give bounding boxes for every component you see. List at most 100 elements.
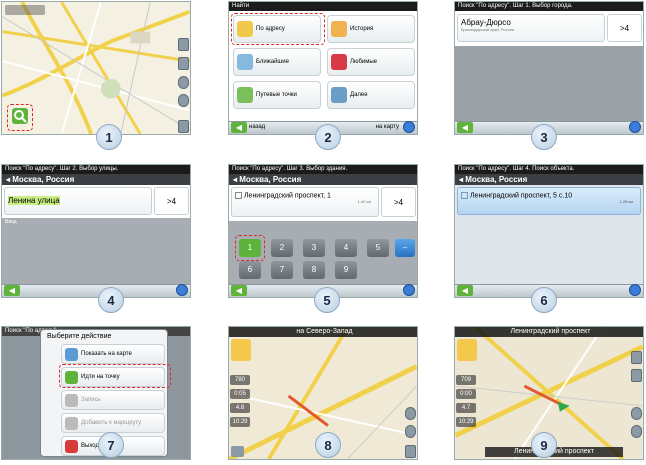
key-7[interactable]: 7 (271, 261, 293, 279)
globe-icon[interactable] (629, 284, 641, 296)
next-button[interactable]: Далее (327, 81, 415, 109)
step-number: 9 (531, 432, 557, 458)
building-result[interactable]: Ленинградский проспект, 1 1.40 км (231, 187, 379, 217)
globe-icon[interactable] (629, 121, 641, 133)
keyboard-label: Ввод (5, 219, 17, 225)
waypoint-flag-icon (237, 87, 253, 103)
minus-icon[interactable] (405, 425, 416, 438)
key-3[interactable]: 3 (303, 239, 325, 257)
checkbox-icon (461, 192, 468, 199)
tilt-down-icon[interactable] (631, 369, 642, 382)
waypoints-button[interactable]: Путевые точки (233, 81, 321, 109)
minus-icon[interactable] (631, 425, 642, 438)
city-label: Москва, Россия (239, 175, 302, 184)
map-icon (65, 347, 78, 361)
back-arrow-icon[interactable]: ◀ (231, 122, 247, 133)
key-2[interactable]: 2 (271, 239, 293, 257)
result-count-button[interactable]: >4 (154, 187, 189, 215)
street-banner: Ленинградский проспект (455, 327, 643, 337)
menu-icon[interactable] (178, 120, 189, 133)
remaining-readout: 4.7 (456, 403, 476, 413)
globe-icon[interactable] (403, 121, 415, 133)
back-arrow-icon[interactable]: ◀ (457, 122, 473, 133)
history-icon (331, 21, 347, 37)
dialog-title: Выберите действие (47, 333, 112, 340)
clock-readout: 10:29 (230, 417, 250, 427)
heart-icon (331, 54, 347, 70)
step-number: 6 (531, 287, 557, 313)
screen-find-menu: Найти По адресу История Ближайшие Любимы… (228, 1, 418, 135)
step-number: 8 (315, 432, 341, 458)
backspace-button[interactable]: – (395, 239, 415, 257)
key-4[interactable]: 4 (335, 239, 357, 257)
route-add-icon (65, 416, 78, 430)
screen-title: Поиск "По адресу". Шаг 4. Поиск объекта. (455, 165, 643, 174)
tilt-up-icon[interactable] (631, 351, 642, 364)
screen-object-result: Поиск "По адресу". Шаг 4. Поиск объекта.… (454, 164, 644, 298)
back-arrow-icon[interactable]: ◀ (231, 285, 247, 296)
step-number: 4 (98, 287, 124, 313)
clock-readout: 10:29 (456, 417, 476, 427)
screen-action-dialog: Поиск "По адресу". ... Выберите действие… (1, 326, 191, 460)
step-number: 3 (531, 124, 557, 150)
map-zoom-in-button[interactable] (178, 38, 189, 51)
result-count-button[interactable]: >4 (381, 187, 416, 217)
step-number: 7 (98, 432, 124, 458)
add-to-route-button[interactable]: Добавить к маршруту (61, 413, 165, 433)
distance-readout: 780 (230, 375, 250, 385)
key-5[interactable]: 5 (367, 239, 389, 257)
nearby-button[interactable]: Ближайшие (233, 48, 321, 76)
remaining-readout: 4.8 (230, 403, 250, 413)
highlight-by-address (231, 13, 325, 45)
screen-city-select: Поиск "По адресу". Шаг 1. Выбор города. … (454, 1, 644, 135)
plus-icon[interactable] (405, 407, 416, 420)
key-8[interactable]: 8 (303, 261, 325, 279)
step-number: 1 (96, 124, 122, 150)
result-count-button[interactable]: >4 (607, 14, 642, 42)
minus-icon[interactable] (178, 94, 189, 107)
globe-icon[interactable] (403, 284, 415, 296)
tutorial-grid: 1 Найти По адресу История Ближайшие Люби… (0, 0, 646, 465)
screen-title: Поиск "По адресу". Шаг 1. Выбор города. (455, 2, 643, 11)
globe-icon[interactable] (176, 284, 188, 296)
menu-icon[interactable] (405, 445, 416, 458)
checkbox-icon (235, 192, 242, 199)
street-input[interactable]: Ленина улица (4, 187, 152, 215)
screen-building-select: Поиск "По адресу". Шаг 3. Выбор здания. … (228, 164, 418, 298)
back-arrow-icon[interactable]: ◀ (4, 285, 20, 296)
city-result[interactable]: Абрау-Дюрсо Краснодарский край, Россия (457, 14, 605, 42)
next-page-icon (331, 87, 347, 103)
keyboard: Ввод (2, 218, 190, 284)
screen-title: Поиск "По адресу". Шаг 3. Выбор здания. (229, 165, 417, 174)
direction-banner: на Северо-Запад (229, 327, 417, 337)
screen-map-start (1, 1, 191, 135)
to-map-label[interactable]: на карту (376, 124, 399, 130)
highlight-go-to-point (59, 364, 171, 388)
save-button[interactable]: Запись (61, 390, 165, 410)
map-zoom-out-button[interactable] (178, 57, 189, 70)
back-arrow-icon[interactable]: ◀ (457, 285, 473, 296)
favorites-button[interactable]: Любимые (327, 48, 415, 76)
nearby-icon (237, 54, 253, 70)
object-result[interactable]: Ленинградский проспект, 5 с.10 1.28 км (457, 187, 641, 215)
screen-title: Поиск "По адресу". Шаг 2. Выбор улицы. (2, 165, 190, 174)
keyboard (455, 46, 643, 121)
search-icon[interactable] (231, 446, 244, 457)
city-label: Москва, Россия (465, 175, 528, 184)
plus-icon[interactable] (178, 76, 189, 89)
back-label[interactable]: назад (249, 124, 265, 130)
key-9[interactable]: 9 (335, 261, 357, 279)
key-6[interactable]: 6 (239, 261, 261, 279)
turn-arrow-icon (231, 339, 251, 361)
highlight-key-1 (235, 235, 265, 261)
close-icon (65, 439, 78, 453)
distance-readout: 709 (456, 375, 476, 385)
screen-street-select: Поиск "По адресу". Шаг 2. Выбор улицы. ◂… (1, 164, 191, 298)
history-button[interactable]: История (327, 15, 415, 43)
turn-arrow-icon (457, 339, 477, 361)
step-number: 5 (314, 287, 340, 313)
bottom-bar: ◀ (2, 284, 190, 297)
plus-icon[interactable] (631, 407, 642, 420)
show-on-map-button[interactable]: Показать на карте (61, 344, 165, 364)
highlight-search (7, 104, 33, 131)
